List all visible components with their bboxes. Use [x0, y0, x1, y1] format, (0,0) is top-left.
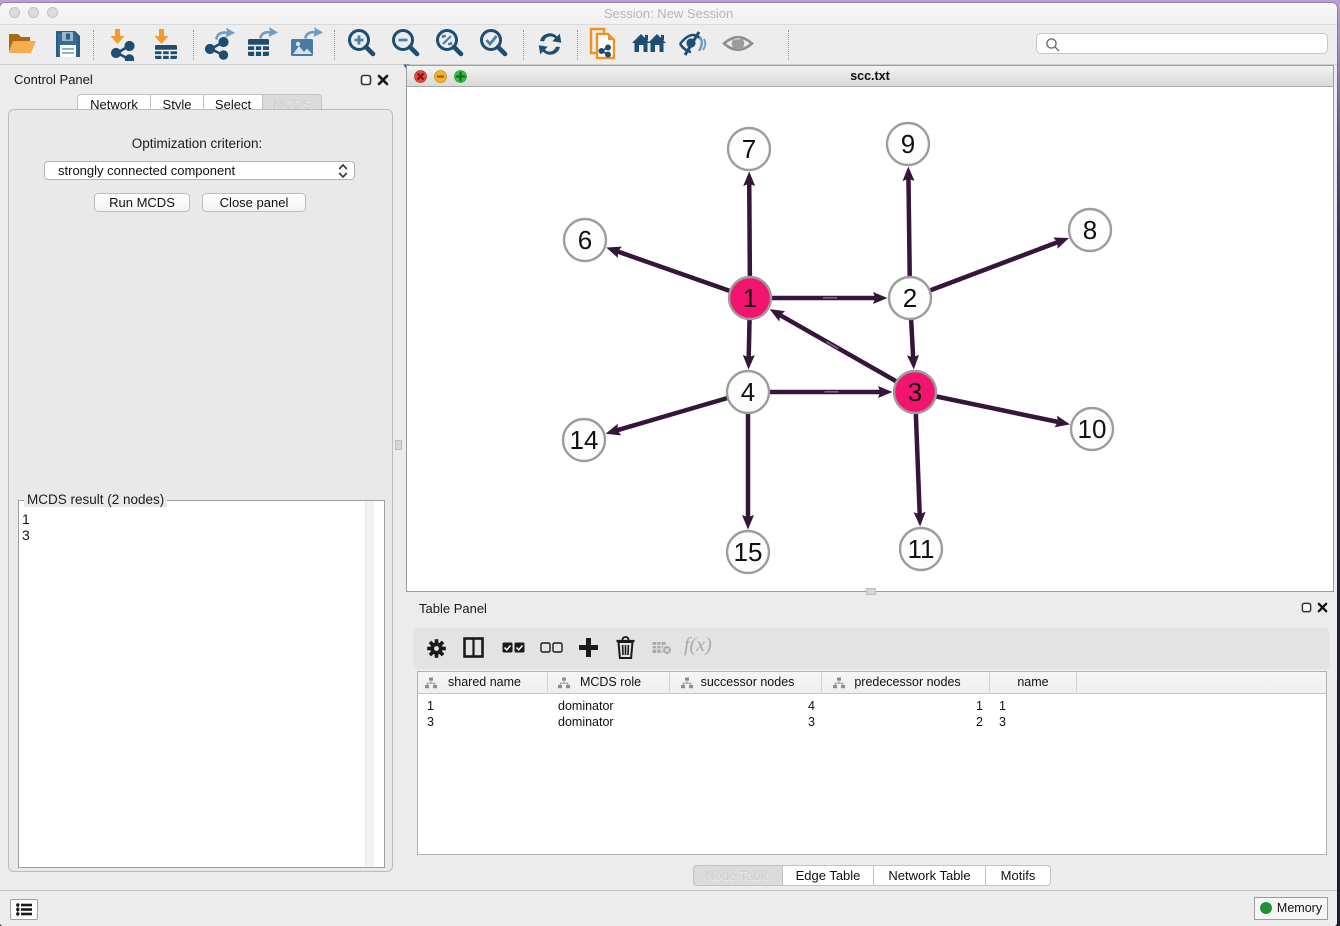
svg-text:14: 14	[570, 425, 599, 455]
svg-text:7: 7	[742, 134, 756, 164]
svg-text:2: 2	[903, 283, 917, 313]
svg-text:1: 1	[743, 283, 757, 313]
svg-text:3: 3	[908, 377, 922, 407]
svg-text:11: 11	[908, 534, 935, 564]
svg-text:9: 9	[901, 129, 915, 159]
svg-text:6: 6	[578, 225, 592, 255]
svg-text:8: 8	[1083, 215, 1097, 245]
svg-text:15: 15	[734, 537, 763, 567]
svg-text:4: 4	[741, 377, 755, 407]
svg-text:10: 10	[1078, 414, 1107, 444]
